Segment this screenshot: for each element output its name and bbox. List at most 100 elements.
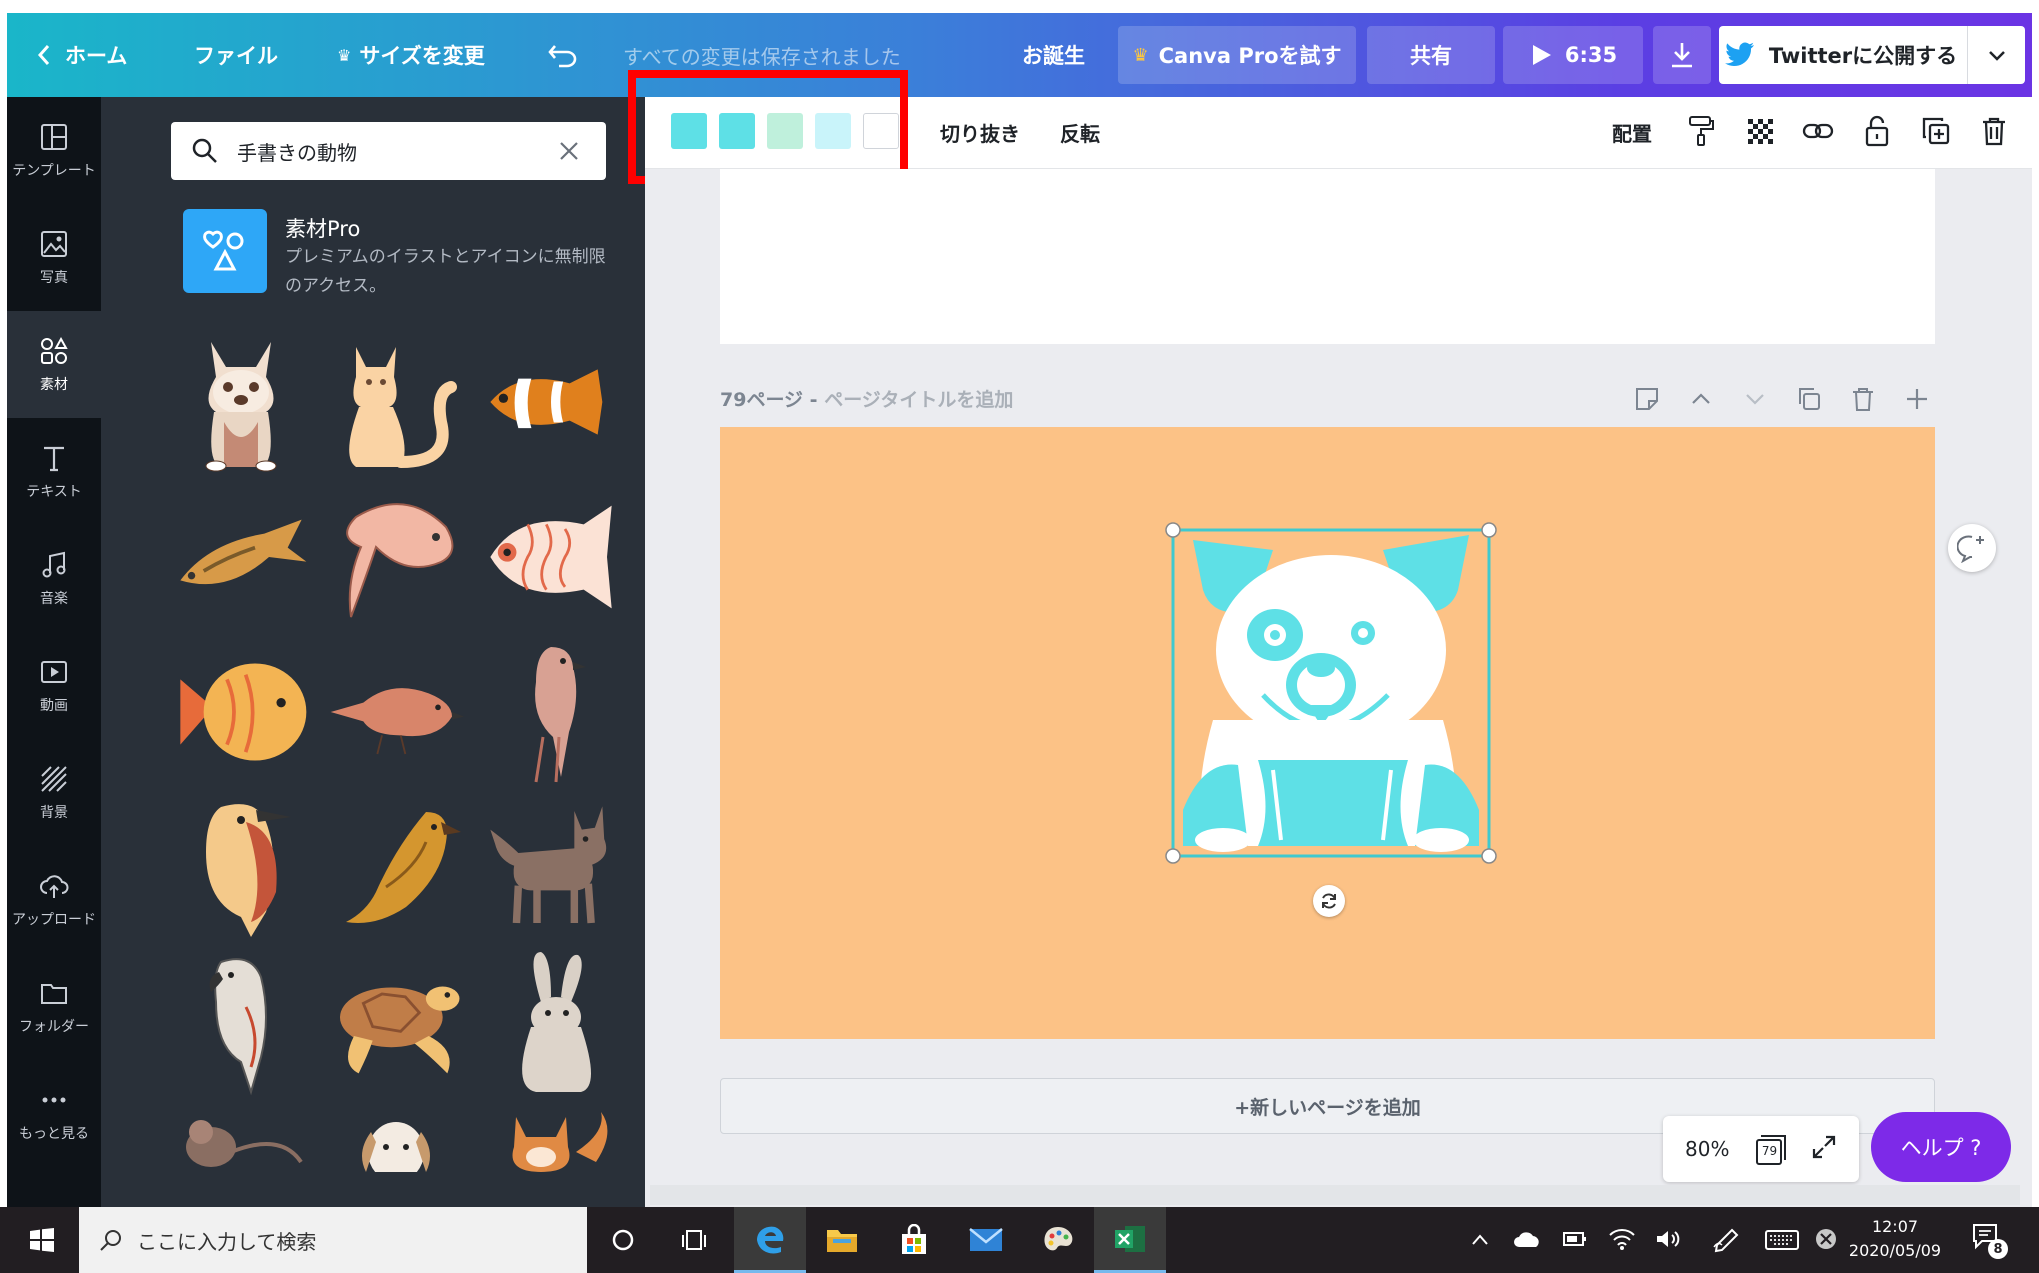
page-grid-button[interactable]: 79 — [1755, 1134, 1787, 1165]
rail-more[interactable]: もっと見る — [7, 1060, 101, 1167]
crop-button[interactable]: 切り抜き — [940, 100, 1020, 164]
duplicate-button[interactable] — [1918, 113, 1954, 149]
cortana-button[interactable] — [587, 1207, 659, 1273]
koi-illustration[interactable] — [171, 482, 311, 632]
publish-dropdown[interactable] — [1967, 26, 2025, 84]
start-button[interactable] — [6, 1207, 78, 1273]
zoom-level[interactable]: 80% — [1685, 1137, 1729, 1161]
page-header: 79ページ - ページタイトルを追加 — [720, 385, 1013, 412]
link-button[interactable] — [1800, 113, 1836, 149]
dog-graphic-selected[interactable] — [1163, 520, 1499, 870]
rabbit-illustration[interactable] — [481, 947, 621, 1097]
app-window: ホーム ファイル ♛ サイズを変更 すべての変更は保存されました お誕生 ♛ C… — [0, 0, 2039, 1273]
rail-elements[interactable]: 素材 — [7, 311, 101, 418]
rail-background[interactable]: 背景 — [7, 739, 101, 846]
spaniel-illustration[interactable] — [326, 1102, 466, 1182]
excel-app[interactable] — [1094, 1207, 1166, 1273]
transparency-button[interactable] — [1742, 113, 1778, 149]
patterned-fish-illustration[interactable] — [481, 482, 621, 632]
resize-button[interactable]: ♛ サイズを変更 — [337, 13, 485, 97]
turtle-illustration[interactable] — [326, 947, 466, 1097]
help-button[interactable]: ヘルプ ? — [1871, 1112, 2011, 1182]
search-icon — [100, 1230, 121, 1251]
rail-upload[interactable]: アップロード — [7, 846, 101, 953]
clear-search-icon[interactable] — [557, 139, 581, 163]
note-icon[interactable] — [1633, 385, 1661, 413]
cat-illustration[interactable] — [326, 327, 466, 477]
wifi-icon[interactable] — [1608, 1227, 1636, 1251]
chevron-down-icon[interactable] — [1741, 385, 1769, 413]
onedrive-icon[interactable] — [1512, 1229, 1542, 1249]
add-comment-button[interactable] — [1948, 524, 1996, 572]
perched-bird-illustration[interactable] — [481, 637, 621, 787]
rail-video[interactable]: 動画 — [7, 632, 101, 739]
finch-illustration[interactable] — [326, 792, 466, 942]
task-view-button[interactable] — [659, 1207, 731, 1273]
chihuahua-illustration[interactable] — [481, 792, 621, 942]
chevron-up-icon[interactable] — [1687, 385, 1715, 413]
mail-app[interactable] — [950, 1207, 1022, 1273]
share-button[interactable]: 共有 — [1367, 26, 1495, 84]
lock-button[interactable] — [1859, 113, 1895, 149]
search-input[interactable] — [237, 139, 557, 163]
pen-icon[interactable] — [1712, 1227, 1740, 1253]
page-79[interactable] — [720, 427, 1935, 1039]
upload-icon — [40, 874, 69, 898]
keyboard-icon[interactable] — [1764, 1229, 1800, 1251]
clownfish-illustration[interactable] — [481, 327, 621, 477]
arrange-button[interactable]: 配置 — [1612, 100, 1652, 164]
delete-button[interactable] — [1976, 113, 2012, 149]
publish-twitter-button[interactable]: Twitterに公開する — [1719, 26, 2025, 84]
clock-date: 2020/05/09 — [1848, 1241, 1942, 1260]
sparrow-illustration[interactable] — [326, 637, 466, 787]
carp-illustration[interactable] — [326, 482, 466, 632]
download-button[interactable] — [1653, 26, 1711, 84]
try-pro-button[interactable]: ♛ Canva Proを試す — [1118, 26, 1356, 84]
page-title-input[interactable]: ページタイトルを追加 — [824, 389, 1013, 411]
kingfisher-illustration[interactable] — [171, 792, 311, 942]
copy-style-button[interactable] — [1683, 113, 1719, 149]
expand-icon — [1813, 1135, 1836, 1158]
paint-app[interactable] — [1022, 1207, 1094, 1273]
undo-button[interactable] — [547, 13, 579, 97]
rail-music[interactable]: 音楽 — [7, 525, 101, 632]
birthday-link[interactable]: お誕生 — [1022, 13, 1085, 97]
page-78[interactable] — [720, 169, 1935, 344]
background-icon — [41, 765, 67, 792]
add-page-icon[interactable] — [1903, 385, 1931, 413]
shiba-illustration[interactable] — [481, 1102, 621, 1182]
chevron-up-icon[interactable] — [1470, 1231, 1490, 1249]
file-menu-button[interactable]: ファイル — [194, 13, 278, 97]
horizontal-scrollbar[interactable] — [650, 1185, 2020, 1205]
action-center-button[interactable]: 8 — [1970, 1221, 2010, 1261]
mouse-illustration[interactable] — [171, 1102, 311, 1182]
pro-elements-promo[interactable]: 素材Pro プレミアムのイラストとアイコンに無制限のアクセス。 — [183, 209, 606, 305]
store-app[interactable] — [878, 1207, 950, 1273]
present-button[interactable]: 6:35 — [1503, 26, 1643, 84]
rotate-handle[interactable] — [1313, 885, 1345, 917]
parrot-illustration[interactable] — [171, 947, 311, 1097]
edge-app[interactable] — [734, 1207, 806, 1273]
home-button[interactable]: ホーム — [35, 13, 127, 97]
rail-template[interactable]: テンプレート — [7, 97, 101, 204]
clock-time: 12:07 — [1871, 1217, 1919, 1236]
volume-icon[interactable] — [1654, 1227, 1682, 1251]
rail-label: 音楽 — [40, 590, 68, 607]
rail-text[interactable]: テキスト — [7, 418, 101, 525]
system-clock[interactable]: 12:07 2020/05/09 — [1840, 1215, 1950, 1263]
elements-panel: 素材Pro プレミアムのイラストとアイコンに無制限のアクセス。 — [101, 97, 744, 1207]
close-circle-icon[interactable] — [1814, 1227, 1838, 1251]
element-search-box — [171, 122, 606, 180]
duplicate-page-icon[interactable] — [1795, 385, 1823, 413]
flip-button[interactable]: 反転 — [1060, 100, 1100, 164]
delete-page-icon[interactable] — [1849, 385, 1877, 413]
template-icon — [41, 123, 67, 150]
battery-icon[interactable] — [1562, 1229, 1588, 1249]
rail-folder[interactable]: フォルダー — [7, 953, 101, 1060]
taskbar-search[interactable]: ここに入力して検索 — [79, 1207, 587, 1273]
file-explorer-app[interactable] — [806, 1207, 878, 1273]
fullscreen-button[interactable] — [1811, 1134, 1837, 1165]
dog-illustration[interactable] — [171, 327, 311, 477]
round-fish-illustration[interactable] — [171, 637, 311, 787]
rail-photo[interactable]: 写真 — [7, 204, 101, 311]
